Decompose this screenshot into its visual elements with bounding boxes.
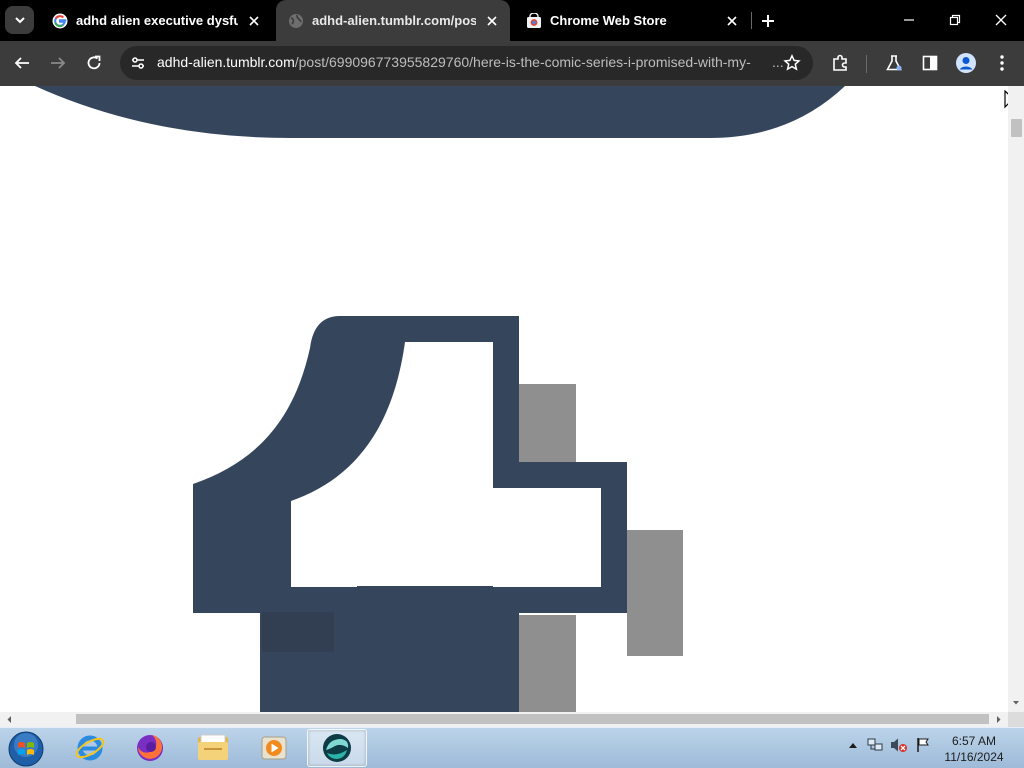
star-icon xyxy=(783,54,801,71)
side-panel-button[interactable] xyxy=(916,49,944,77)
close-window-button[interactable] xyxy=(978,0,1024,40)
volume-muted-icon xyxy=(891,738,907,752)
url-path: /post/699096773955829760/here-is-the-com… xyxy=(294,54,751,70)
taskbar-chrome-app[interactable] xyxy=(307,729,367,767)
puzzle-icon xyxy=(833,54,847,71)
avatar-icon xyxy=(956,53,976,73)
minimize-icon xyxy=(904,19,914,21)
restore-icon xyxy=(949,14,961,26)
url-host: adhd-alien.tumblr.com xyxy=(157,54,295,70)
tab-title: Chrome Web Store xyxy=(550,13,667,28)
logo-shadow-top xyxy=(519,384,576,462)
restore-button[interactable] xyxy=(932,0,978,40)
chrome-app-icon xyxy=(323,734,351,762)
tab-title: adhd-alien.tumblr.com/post/6 xyxy=(312,13,476,28)
browser-toolbar: adhd-alien.tumblr.com/post/6990967739558… xyxy=(0,41,1024,86)
url-text[interactable]: adhd-alien.tumblr.com/post/6990967739558… xyxy=(157,54,777,70)
tab-chrome-web-store[interactable]: Chrome Web Store xyxy=(514,0,750,41)
toolbar-divider xyxy=(866,55,867,73)
scroll-down-arrow-icon[interactable] xyxy=(1008,698,1024,708)
logo-shadow-right xyxy=(627,530,683,656)
flag-icon xyxy=(917,738,929,752)
reload-button[interactable] xyxy=(80,49,108,77)
minimize-button[interactable] xyxy=(886,0,932,40)
logo-shadow-bottom xyxy=(519,615,576,712)
network-tray-button[interactable] xyxy=(866,736,884,754)
site-info-button[interactable] xyxy=(128,53,148,73)
tumblr-t-logo xyxy=(193,316,683,712)
close-tab-button[interactable] xyxy=(482,11,502,31)
taskbar-file-explorer[interactable] xyxy=(183,729,243,767)
tab-strip: adhd alien executive dysfuncti adhd-alie… xyxy=(0,0,1024,41)
globe-icon xyxy=(289,13,303,28)
windows-orb-icon xyxy=(8,731,44,767)
forward-button[interactable] xyxy=(44,49,72,77)
extensions-button[interactable] xyxy=(826,49,854,77)
plus-icon xyxy=(762,15,774,27)
address-bar[interactable]: adhd-alien.tumblr.com/post/6990967739558… xyxy=(120,46,813,80)
bookmark-button[interactable] xyxy=(781,52,803,74)
scroll-left-arrow-icon[interactable] xyxy=(2,712,16,727)
show-hidden-icons-button[interactable] xyxy=(844,736,862,754)
close-tab-button[interactable] xyxy=(244,11,264,31)
horizontal-scrollbar[interactable] xyxy=(0,712,1008,727)
logo-inner-shade xyxy=(262,612,334,652)
internet-explorer-icon xyxy=(75,735,105,761)
page-viewport xyxy=(0,86,1008,712)
volume-tray-button[interactable] xyxy=(890,736,908,754)
windows-taskbar: 6:57 AM 11/16/2024 xyxy=(0,727,1024,768)
new-tab-button[interactable] xyxy=(756,9,780,33)
flask-icon xyxy=(886,55,902,71)
tab-divider xyxy=(751,12,752,29)
tab-adhd-search[interactable]: adhd alien executive dysfuncti xyxy=(40,0,272,41)
close-icon xyxy=(727,15,737,26)
arrow-left-icon xyxy=(14,57,29,69)
side-panel-icon xyxy=(922,55,938,71)
horizontal-scroll-thumb[interactable] xyxy=(76,714,989,724)
action-center-tray-button[interactable] xyxy=(914,736,932,754)
reload-icon xyxy=(87,55,101,70)
start-button[interactable] xyxy=(6,730,46,768)
tab-tumblr-post[interactable]: adhd-alien.tumblr.com/post/6 xyxy=(276,0,510,41)
web-store-icon xyxy=(527,12,541,28)
tab-title: adhd alien executive dysfuncti xyxy=(76,13,238,28)
vertical-scrollbar[interactable] xyxy=(1008,86,1024,712)
chevron-up-icon xyxy=(849,743,857,748)
system-clock[interactable]: 6:57 AM 11/16/2024 xyxy=(936,733,1012,765)
labs-button[interactable] xyxy=(880,49,908,77)
taskbar-media-player[interactable] xyxy=(244,729,304,767)
clock-time: 6:57 AM xyxy=(951,734,997,748)
back-button[interactable] xyxy=(8,49,36,77)
close-icon xyxy=(487,15,497,26)
tab-search-button[interactable] xyxy=(5,6,34,34)
media-player-icon xyxy=(261,736,287,760)
menu-button[interactable] xyxy=(988,49,1016,77)
scrollbar-corner xyxy=(1008,712,1024,727)
close-icon xyxy=(249,15,259,26)
google-icon xyxy=(52,13,68,28)
chevron-down-icon xyxy=(14,17,25,24)
file-explorer-icon xyxy=(198,734,228,760)
arrow-right-icon xyxy=(51,57,66,69)
close-icon xyxy=(995,14,1007,26)
firefox-icon xyxy=(137,735,163,761)
close-tab-button[interactable] xyxy=(722,11,742,31)
tune-icon xyxy=(132,57,144,69)
clock-date: 11/16/2024 xyxy=(944,750,1004,764)
taskbar-firefox[interactable] xyxy=(120,729,180,767)
profile-button[interactable] xyxy=(952,49,980,77)
network-icon xyxy=(867,738,883,751)
more-vert-icon xyxy=(1000,55,1004,71)
vertical-scroll-thumb[interactable] xyxy=(1011,119,1022,137)
taskbar-internet-explorer[interactable] xyxy=(60,729,120,767)
scroll-right-arrow-icon[interactable] xyxy=(992,712,1006,727)
